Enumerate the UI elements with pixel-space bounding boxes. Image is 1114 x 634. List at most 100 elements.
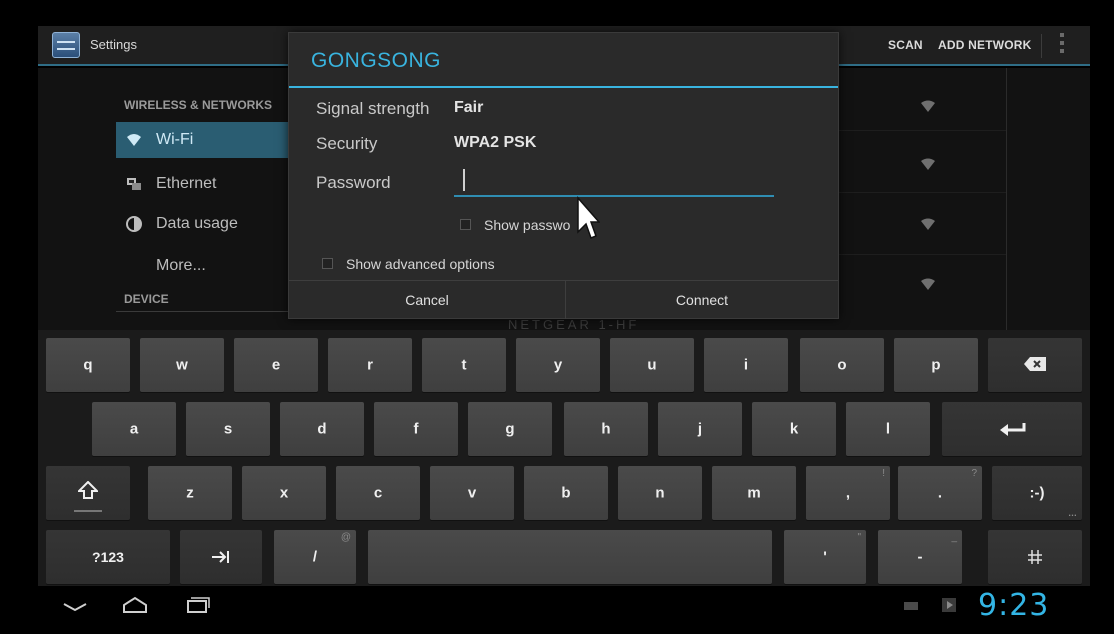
connect-button[interactable]: Connect (566, 281, 838, 319)
key-dash[interactable]: - _ (878, 530, 962, 584)
sidebar-item-label: Data usage (156, 215, 238, 232)
key-period[interactable]: .? (898, 466, 982, 520)
text-caret (463, 169, 465, 191)
key-x[interactable]: x (242, 466, 326, 520)
key-v[interactable]: v (430, 466, 514, 520)
key-label: d (317, 420, 327, 438)
section-header-device: DEVICE (124, 292, 169, 306)
sidebar-item-more[interactable]: More... (116, 248, 296, 284)
dialog-title-divider (289, 86, 838, 88)
enter-key[interactable] (942, 402, 1082, 456)
key-k[interactable]: k (752, 402, 836, 456)
checkbox-label: Show passwo (484, 217, 571, 233)
key-t[interactable]: t (422, 338, 506, 392)
key-label: y (553, 356, 563, 374)
key-h[interactable]: h (564, 402, 648, 456)
key-label: q (83, 356, 93, 374)
key-m[interactable]: m (712, 466, 796, 520)
key-f[interactable]: f (374, 402, 458, 456)
key-b[interactable]: b (524, 466, 608, 520)
sidebar-item-wifi[interactable]: Wi-Fi (116, 122, 296, 158)
key-w[interactable]: w (140, 338, 224, 392)
key-s[interactable]: s (186, 402, 270, 456)
scan-button[interactable]: SCAN (888, 38, 923, 52)
key-q[interactable]: q (46, 338, 130, 392)
key-a[interactable]: a (92, 402, 176, 456)
keyboard-settings-key[interactable] (988, 530, 1082, 584)
sidebar-item-data-usage[interactable]: Data usage (116, 206, 296, 242)
key-hint: @ (340, 532, 351, 543)
key-label: b (561, 484, 571, 502)
backspace-key[interactable] (988, 338, 1082, 392)
smiley-key[interactable]: :-)… (992, 466, 1082, 520)
space-key[interactable] (368, 530, 772, 584)
tab-key[interactable] (180, 530, 262, 584)
show-password-checkbox[interactable]: Show passwo (460, 217, 590, 235)
add-network-button[interactable]: ADD NETWORK (938, 38, 1032, 52)
key-c[interactable]: c (336, 466, 420, 520)
sidebar-item-ethernet[interactable]: Ethernet (116, 166, 296, 202)
key-slash[interactable]: / @ (274, 530, 356, 584)
key-hint: ? (971, 468, 977, 479)
checkbox-box[interactable] (460, 219, 471, 230)
wifi-icon (127, 134, 141, 146)
key-label: c (373, 484, 383, 502)
data-usage-icon (126, 216, 142, 232)
key-label: z (186, 484, 194, 502)
key-label: j (697, 420, 703, 438)
symbols-key[interactable]: ?123 (46, 530, 170, 584)
key-z[interactable]: z (148, 466, 232, 520)
key-i[interactable]: i (704, 338, 788, 392)
key-hint: _ (951, 532, 957, 543)
settings-nav: WIRELESS & NETWORKS Wi-Fi Ethernet Data … (116, 68, 296, 334)
key-d[interactable]: d (280, 402, 364, 456)
key-label: h (601, 420, 611, 438)
dialog-title: GONGSONG (311, 49, 442, 72)
key-label: / (312, 548, 318, 566)
ethernet-icon (127, 178, 141, 190)
key-g[interactable]: g (468, 402, 552, 456)
pane-divider (1006, 68, 1007, 334)
key-label: - (917, 548, 923, 566)
key-apostrophe[interactable]: ' " (784, 530, 866, 584)
keyboard-status-icon (904, 602, 918, 610)
key-n[interactable]: n (618, 466, 702, 520)
key-l[interactable]: l (846, 402, 930, 456)
sidebar-item-label: Ethernet (156, 175, 217, 192)
key-label: u (647, 356, 657, 374)
key-u[interactable]: u (610, 338, 694, 392)
sidebar-item-label: Wi-Fi (156, 131, 194, 148)
password-input[interactable] (454, 167, 774, 197)
key-label: o (837, 356, 847, 374)
key-o[interactable]: o (800, 338, 884, 392)
checkbox-box[interactable] (322, 258, 333, 269)
key-label: m (747, 484, 761, 502)
overflow-menu-icon[interactable] (1060, 33, 1064, 59)
hide-keyboard-icon[interactable] (62, 602, 88, 612)
key-p[interactable]: p (894, 338, 978, 392)
settings-app-icon[interactable] (52, 32, 80, 58)
enter-icon (1000, 423, 1026, 436)
key-label: g (505, 420, 515, 438)
backspace-icon (1024, 357, 1046, 371)
signal-strength-label: Signal strength (316, 99, 430, 118)
wifi-signal-icon (921, 218, 935, 230)
key-label: e (271, 356, 281, 374)
key-label: ' (823, 548, 827, 566)
key-label: w (176, 356, 188, 374)
divider (116, 311, 296, 312)
more-hint-icon: … (1068, 508, 1077, 518)
shift-key[interactable] (46, 466, 130, 520)
key-r[interactable]: r (328, 338, 412, 392)
recent-apps-icon[interactable] (184, 596, 210, 614)
key-label: l (885, 420, 891, 438)
cancel-button[interactable]: Cancel (289, 281, 565, 319)
key-label: a (129, 420, 139, 438)
key-y[interactable]: y (516, 338, 600, 392)
key-e[interactable]: e (234, 338, 318, 392)
key-j[interactable]: j (658, 402, 742, 456)
key-comma[interactable]: ,! (806, 466, 890, 520)
show-advanced-options-checkbox[interactable]: Show advanced options (322, 256, 522, 274)
soft-keyboard: q w e r t y u i o p a s d f g h j k l z … (38, 330, 1090, 586)
home-icon[interactable] (122, 596, 148, 614)
